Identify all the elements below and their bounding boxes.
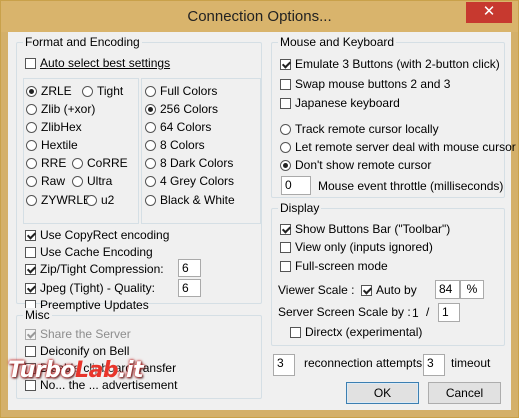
fullscreen-checkbox[interactable]: Full-screen mode — [280, 258, 388, 274]
jpeg-quality-input[interactable]: 6 — [178, 279, 201, 297]
radio-8-dark-colors[interactable]: 8 Dark Colors — [145, 155, 233, 171]
misc-group: Misc Share the Server Deiconify on Bell … — [16, 308, 262, 399]
radio-black-white[interactable]: Black & White — [145, 192, 235, 208]
cache-encoding-checkbox[interactable]: Use Cache Encoding — [25, 244, 153, 260]
jpeg-quality-checkbox[interactable]: Jpeg (Tight) - Quality: — [25, 280, 155, 296]
radio-zlibhex[interactable]: ZlibHex — [26, 119, 82, 135]
zip-compression-checkbox[interactable]: Zip/Tight Compression: — [25, 261, 164, 277]
radio-4-grey-colors[interactable]: 4 Grey Colors — [145, 173, 234, 189]
server-scale-label: Server Screen Scale by : — [278, 305, 411, 319]
connection-options-window: Connection Options... ✕ Format and Encod… — [0, 0, 519, 418]
radio-ultra[interactable]: Ultra — [72, 173, 112, 189]
reconnect-timeout-label: timeout — [451, 356, 491, 370]
cancel-button[interactable]: Cancel — [428, 382, 501, 404]
radio-256-colors[interactable]: 256 Colors — [145, 101, 218, 117]
viewer-scale-unit: % — [460, 280, 484, 299]
radio-hextile[interactable]: Hextile — [26, 137, 78, 153]
radio-full-colors[interactable]: Full Colors — [145, 83, 217, 99]
window-title: Connection Options... — [187, 8, 332, 25]
ok-button[interactable]: OK — [346, 382, 419, 404]
deiconify-bell-checkbox[interactable]: Deiconify on Bell — [25, 343, 129, 359]
radio-no-cursor[interactable]: Don't show remote cursor — [280, 157, 431, 173]
copyrect-checkbox[interactable]: Use CopyRect encoding — [25, 227, 169, 243]
show-toolbar-checkbox[interactable]: Show Buttons Bar ("Toolbar") — [280, 221, 450, 237]
checkbox-box[interactable] — [25, 57, 36, 69]
group-label: Misc — [23, 308, 52, 322]
radio-zlib[interactable]: Zlib (+xor) — [26, 101, 95, 117]
format-encoding-group: Format and Encoding Auto select best set… — [16, 35, 262, 312]
mouse-throttle-input[interactable]: 0 — [281, 176, 311, 195]
viewer-scale-input[interactable]: 84 — [435, 280, 460, 299]
close-icon: ✕ — [482, 3, 496, 20]
close-button[interactable]: ✕ — [466, 2, 512, 23]
radio-raw[interactable]: Raw — [26, 173, 65, 189]
emulate-3-buttons-checkbox[interactable]: Emulate 3 Buttons (with 2-button click) — [280, 56, 500, 72]
group-label: Format and Encoding — [23, 35, 142, 49]
group-label: Display — [278, 201, 322, 215]
radio-64-colors[interactable]: 64 Colors — [145, 119, 211, 135]
radio-tight[interactable]: Tight — [82, 83, 123, 99]
dialog-client-area: Format and Encoding Auto select best set… — [8, 32, 516, 410]
watermark-logo: TurboLab.it — [8, 358, 144, 383]
radio-track-cursor[interactable]: Track remote cursor locally — [280, 121, 439, 137]
mouse-throttle-label: Mouse event throttle (milliseconds) — [318, 179, 504, 193]
reconnect-attempts-input[interactable]: 3 — [273, 354, 295, 376]
group-label: Mouse and Keyboard — [278, 35, 397, 49]
swap-buttons-checkbox[interactable]: Swap mouse buttons 2 and 3 — [280, 76, 450, 92]
zip-compression-input[interactable]: 6 — [178, 259, 201, 277]
view-only-checkbox[interactable]: View only (inputs ignored) — [280, 239, 433, 255]
server-scale-separator: / — [426, 305, 430, 319]
mouse-keyboard-group: Mouse and Keyboard Emulate 3 Buttons (wi… — [271, 35, 516, 198]
reconnect-timeout-input[interactable]: 3 — [423, 354, 445, 376]
server-scale-input[interactable]: 1 — [438, 303, 460, 322]
japanese-keyboard-checkbox[interactable]: Japanese keyboard — [280, 95, 400, 111]
radio-u2[interactable]: u2 — [86, 192, 114, 208]
directx-checkbox[interactable]: Directx (experimental) — [290, 324, 422, 340]
auto-scale-checkbox[interactable]: Auto by — [361, 282, 417, 298]
radio-server-cursor[interactable]: Let remote server deal with mouse cursor — [280, 139, 516, 155]
viewer-scale-label: Viewer Scale : — [278, 283, 355, 297]
radio-corre[interactable]: CoRRE — [72, 155, 128, 171]
reconnect-attempts-label: reconnection attempts — [304, 356, 423, 370]
radio-zrle[interactable]: ZRLE — [26, 83, 72, 99]
share-server-checkbox[interactable]: Share the Server — [25, 326, 131, 342]
title-bar[interactable]: Connection Options... ✕ — [1, 1, 518, 32]
checkbox-label: Auto select best settings — [40, 56, 171, 70]
auto-select-checkbox[interactable]: Auto select best settings — [25, 55, 170, 71]
server-scale-numerator: 1 — [412, 306, 419, 320]
radio-8-colors[interactable]: 8 Colors — [145, 137, 205, 153]
radio-rre[interactable]: RRE — [26, 155, 66, 171]
radio-zywrle[interactable]: ZYWRLE — [26, 192, 91, 208]
display-group: Display Show Buttons Bar ("Toolbar") Vie… — [271, 201, 505, 346]
